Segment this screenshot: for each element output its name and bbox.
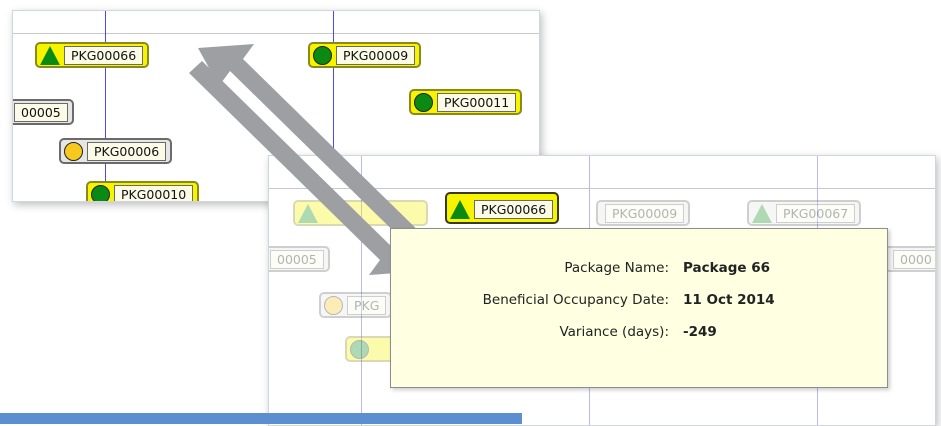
tooltip-label: Beneficial Occupancy Date: bbox=[482, 292, 669, 308]
tooltip-value: Package 66 bbox=[683, 260, 771, 276]
tooltip-row: Beneficial Occupancy Date: 11 Oct 2014 bbox=[391, 292, 887, 308]
tooltip-row: Package Name: Package 66 bbox=[391, 260, 887, 276]
tooltip-value: -249 bbox=[683, 324, 717, 340]
tooltip-row: Variance (days): -249 bbox=[391, 324, 887, 340]
tooltip-label: Package Name: bbox=[564, 260, 669, 276]
tooltip-label: Variance (days): bbox=[559, 324, 669, 340]
accent-bar bbox=[0, 413, 522, 424]
tooltip-value: 11 Oct 2014 bbox=[683, 292, 775, 308]
package-tooltip: Package Name: Package 66 Beneficial Occu… bbox=[390, 228, 888, 388]
